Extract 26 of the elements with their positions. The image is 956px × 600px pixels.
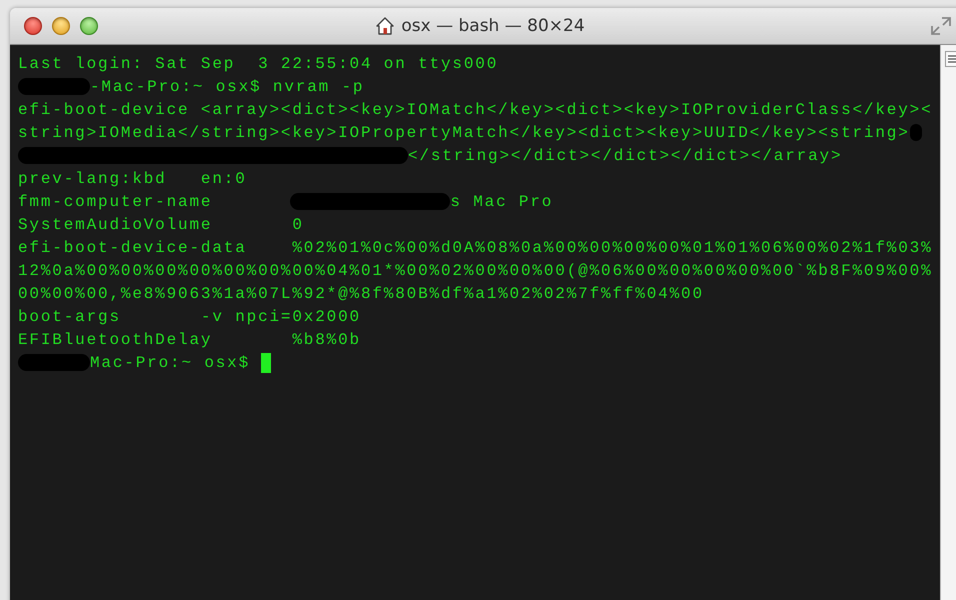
- split-pane-icon[interactable]: [945, 51, 956, 67]
- window-title: osx — bash — 80×24: [401, 16, 585, 36]
- house-icon: [375, 16, 396, 36]
- terminal-text: 00%00%00,%e8%9063%1a%07L%92*@%8f%80B%df%a1%02%02%7f%ff%04%00: [18, 284, 704, 304]
- minimize-button[interactable]: [52, 17, 70, 35]
- terminal-text: s Mac Pro: [450, 192, 554, 212]
- terminal-text: efi-boot-device <array><dict><key>IOMatch</key><dict><key>IOProviderClass</key><: [18, 100, 933, 120]
- terminal-text: EFIBluetoothDelay %b8%0b: [18, 330, 361, 350]
- terminal-text: Last login: Sat Sep 3 22:55:04 on ttys000: [18, 54, 498, 74]
- terminal-text: </string></dict></dict></dict></array>: [408, 146, 842, 166]
- close-button[interactable]: [24, 17, 42, 35]
- redaction-mark: [910, 124, 922, 141]
- terminal-text: -Mac-Pro:~ osx$ nvram -p: [90, 76, 364, 96]
- terminal-text: Mac-Pro:~ osx$: [90, 352, 252, 372]
- terminal-text: prev-lang:kbd en:0: [18, 168, 247, 188]
- terminal-text: 12%0a%00%00%00%00%00%00%00%04%01*%00%02%00%00%00(@%06%00%00%00%00%00`%b8F%09%00%: [18, 260, 933, 280]
- terminal-text: boot-args -v npci=0x2000: [18, 306, 361, 326]
- terminal-text: string>IOMedia</string><key>IOPropertyMatch</key><dict><key>UUID</key><string>: [18, 122, 910, 142]
- redaction-mark: [18, 78, 90, 95]
- fullscreen-icon[interactable]: [930, 15, 952, 37]
- terminal-text: fmm-computer-name: [18, 192, 212, 212]
- redaction-mark: [18, 354, 90, 371]
- terminal-text: SystemAudioVolume 0: [18, 214, 304, 234]
- terminal-text: efi-boot-device-data %02%01%0c%00%d0A%08%0a%00%00%00%00%01%01%06%00%02%1f%03%: [18, 238, 933, 258]
- text-cursor: [261, 352, 272, 372]
- zoom-button[interactable]: [80, 17, 98, 35]
